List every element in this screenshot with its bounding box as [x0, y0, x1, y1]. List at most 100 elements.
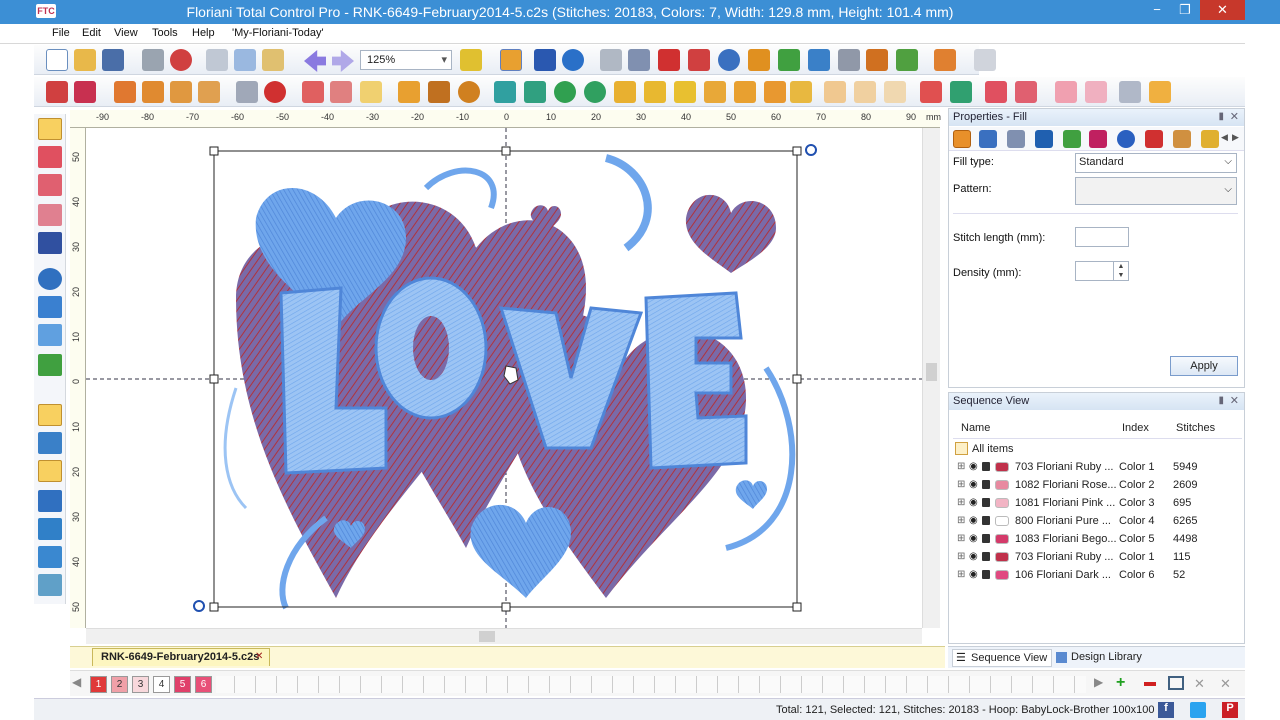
scroll-thumb[interactable] — [479, 631, 495, 642]
3d-view-icon[interactable] — [38, 404, 62, 426]
sequence-all-items[interactable]: All items — [953, 440, 1246, 458]
resize-icon[interactable] — [985, 81, 1007, 103]
clear-color-icon[interactable]: ✕ — [1220, 676, 1236, 692]
menu-my-floriani-today[interactable]: 'My-Floriani-Today' — [232, 27, 324, 39]
close-tab-icon[interactable]: ✕ — [255, 651, 263, 662]
fill-grass-icon[interactable] — [1063, 130, 1081, 148]
distribute-icon[interactable] — [1055, 81, 1077, 103]
add-color-icon[interactable]: + — [1116, 675, 1132, 692]
sequence-row[interactable]: ⊞ ◉ 106 Floriani Dark ... Color 6 52 — [953, 566, 1246, 584]
lock-icon[interactable] — [982, 570, 990, 579]
stamp-icon[interactable] — [198, 81, 220, 103]
zoom-icon[interactable] — [38, 268, 62, 290]
center-icon[interactable] — [790, 81, 812, 103]
twitter-icon[interactable] — [1190, 702, 1206, 718]
menu-file[interactable]: File — [52, 27, 70, 39]
cut-icon[interactable] — [206, 49, 228, 71]
wand-icon[interactable] — [974, 49, 996, 71]
apply-button[interactable]: Apply — [1170, 356, 1238, 376]
brush-icon[interactable] — [896, 49, 918, 71]
restore-button[interactable]: ❐ — [1172, 0, 1198, 20]
save-icon[interactable] — [102, 49, 124, 71]
rotate-left-icon[interactable] — [554, 81, 576, 103]
space-v-icon[interactable] — [950, 81, 972, 103]
lock-icon[interactable] — [500, 49, 522, 71]
order-back-icon[interactable] — [854, 81, 876, 103]
picture-icon[interactable] — [38, 574, 62, 596]
fill-leaf-icon[interactable] — [1201, 130, 1219, 148]
frame-icon[interactable] — [114, 81, 136, 103]
lock-icon[interactable] — [982, 534, 990, 543]
sequence-row[interactable]: ⊞ ◉ 1083 Floriani Bego... Color 5 4498 — [953, 530, 1246, 548]
embroidery-design[interactable] — [86, 128, 922, 628]
fill-gear-icon[interactable] — [1117, 130, 1135, 148]
document-tab[interactable]: RNK-6649-February2014-5.c2s ✕ — [92, 648, 270, 666]
pattern-select[interactable]: ⌵ — [1075, 177, 1237, 205]
scroll-right-icon[interactable]: ▶ — [1094, 675, 1103, 689]
distribute-v-icon[interactable] — [1085, 81, 1107, 103]
lock-icon[interactable] — [982, 462, 990, 471]
panel-pin-icon[interactable]: ▮ — [1218, 111, 1224, 122]
frame-edit-icon[interactable] — [142, 81, 164, 103]
panel-pin-icon[interactable]: ▮ — [1218, 395, 1224, 406]
center-h-icon[interactable] — [734, 81, 756, 103]
expand-icon[interactable]: ⊞ — [957, 551, 965, 562]
column-index[interactable]: Index — [1122, 422, 1149, 434]
paste-icon[interactable] — [262, 49, 284, 71]
expand-icon[interactable]: ⊞ — [957, 569, 965, 580]
zoom-select[interactable]: 125% ▾ — [360, 50, 452, 70]
color-swatch[interactable]: 5 — [174, 676, 191, 693]
compass-icon[interactable] — [264, 81, 286, 103]
monitor-icon[interactable] — [1168, 676, 1184, 690]
scroll-left-icon[interactable]: ◀ — [1221, 132, 1228, 143]
column-name[interactable]: Name — [961, 422, 990, 434]
color-swatch[interactable]: 3 — [132, 676, 149, 693]
fill-standard-icon[interactable] — [953, 130, 971, 148]
fill-shell-icon[interactable] — [1145, 130, 1163, 148]
scroll-right-icon[interactable]: ▶ — [1232, 132, 1239, 143]
ruler-icon[interactable] — [38, 324, 62, 346]
clipboard-icon[interactable] — [38, 546, 62, 568]
menu-help[interactable]: Help — [192, 27, 215, 39]
flip-icon[interactable] — [524, 81, 546, 103]
density-stepper[interactable]: ▲ ▼ — [1113, 262, 1128, 280]
hoop-icon[interactable] — [534, 49, 556, 71]
ring-icon[interactable] — [718, 49, 740, 71]
column-stitches[interactable]: Stitches — [1176, 422, 1215, 434]
visibility-eye-icon[interactable]: ◉ — [969, 515, 978, 526]
applique-icon[interactable] — [866, 49, 888, 71]
fill-stamp-icon[interactable] — [1089, 130, 1107, 148]
visibility-eye-icon[interactable]: ◉ — [969, 461, 978, 472]
cross-stitch-icon[interactable] — [838, 49, 860, 71]
horizontal-scrollbar[interactable] — [86, 628, 922, 644]
settings-icon[interactable] — [934, 49, 956, 71]
print-icon[interactable] — [142, 49, 164, 71]
ungroup-icon[interactable] — [330, 81, 352, 103]
panel-close-icon[interactable]: ✕ — [1230, 110, 1239, 123]
lock-icon[interactable] — [982, 480, 990, 489]
text-icon[interactable] — [46, 81, 68, 103]
space-h-icon[interactable] — [920, 81, 942, 103]
expand-icon[interactable]: ⊞ — [957, 533, 965, 544]
visibility-eye-icon[interactable]: ◉ — [969, 551, 978, 562]
expand-icon[interactable]: ⊞ — [957, 497, 965, 508]
group-icon[interactable] — [302, 81, 324, 103]
scroll-thumb[interactable] — [926, 363, 937, 381]
fill-motif-icon[interactable] — [1035, 130, 1053, 148]
align-icon[interactable] — [398, 81, 420, 103]
vertical-scrollbar[interactable] — [922, 128, 940, 628]
align-right-icon[interactable] — [644, 81, 666, 103]
info-icon[interactable] — [562, 49, 584, 71]
color-swatch[interactable]: 2 — [111, 676, 128, 693]
node-select-icon[interactable] — [38, 146, 62, 168]
measure-icon[interactable] — [1119, 81, 1141, 103]
lock-icon[interactable] — [982, 552, 990, 561]
visibility-eye-icon[interactable]: ◉ — [969, 479, 978, 490]
open-folder-icon[interactable] — [74, 49, 96, 71]
undo-icon[interactable] — [304, 50, 326, 72]
visibility-eye-icon[interactable]: ◉ — [969, 569, 978, 580]
scale-icon[interactable] — [1015, 81, 1037, 103]
sequence-row[interactable]: ⊞ ◉ 800 Floriani Pure ... Color 4 6265 — [953, 512, 1246, 530]
order-front-icon[interactable] — [824, 81, 846, 103]
red-feather-icon[interactable] — [658, 49, 680, 71]
